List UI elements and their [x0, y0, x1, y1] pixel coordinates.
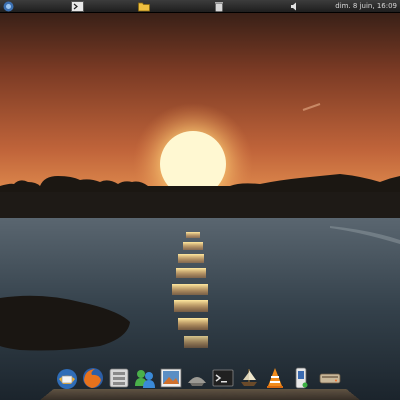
menu-icon[interactable] — [3, 1, 14, 12]
ship-icon[interactable] — [237, 366, 261, 390]
shell-icon[interactable] — [185, 366, 209, 390]
panel-clock[interactable]: dim. 8 juin, 16:09 — [335, 1, 397, 12]
top-panel: dim. 8 juin, 16:09 — [0, 0, 400, 13]
thunderbird-icon[interactable] — [55, 366, 79, 390]
terminal-icon[interactable] — [71, 1, 84, 12]
trash-icon[interactable] — [214, 1, 224, 12]
volume-icon[interactable] — [290, 1, 299, 12]
messenger-icon[interactable] — [133, 366, 157, 390]
dock — [50, 366, 360, 392]
desktop-wallpaper — [0, 0, 400, 400]
drive-icon[interactable] — [318, 366, 342, 390]
file-manager-icon[interactable] — [107, 366, 131, 390]
photo-viewer-icon[interactable] — [159, 366, 183, 390]
vlc-icon[interactable] — [263, 366, 287, 390]
firefox-icon[interactable] — [81, 366, 105, 390]
phone-icon[interactable] — [289, 366, 313, 390]
terminal-icon[interactable] — [211, 366, 235, 390]
folder-icon[interactable] — [138, 1, 150, 12]
